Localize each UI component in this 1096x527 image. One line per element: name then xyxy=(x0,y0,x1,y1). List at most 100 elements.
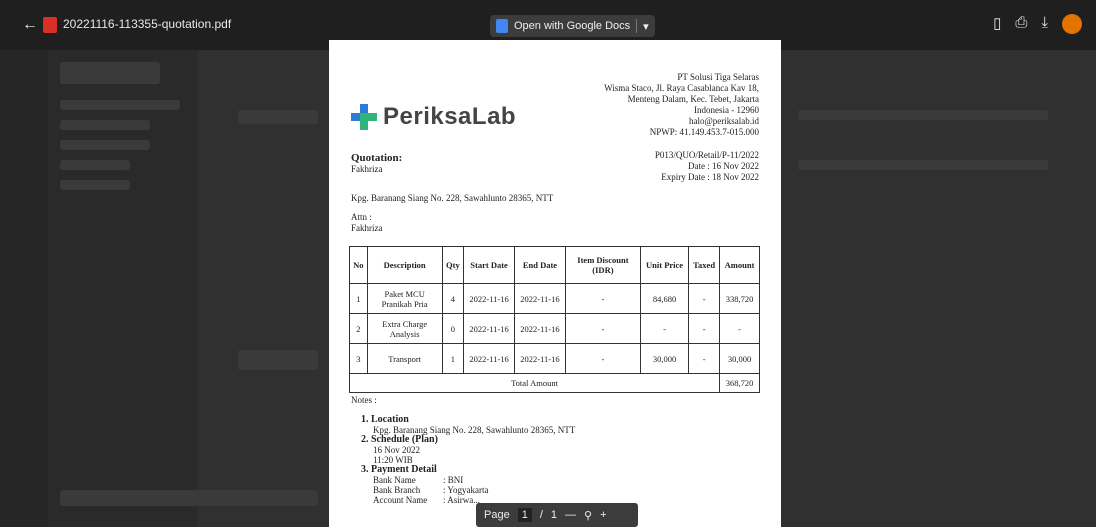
table-cell: 2022-11-16 xyxy=(463,283,516,314)
pdf-file-icon xyxy=(43,17,57,33)
table-cell: - xyxy=(564,283,641,314)
table-header-row: No Description Qty Start Date End Date I… xyxy=(349,246,760,284)
table-cell: 30,000 xyxy=(639,343,690,374)
company-logo: PeriksaLab xyxy=(351,103,516,131)
attn-name: Fakhriza xyxy=(351,223,383,233)
company-line: NPWP: 41.149.453.7-015.000 xyxy=(649,127,759,137)
print-icon[interactable]: ⎙ xyxy=(1015,14,1027,34)
table-cell: - xyxy=(719,313,760,344)
table-cell: 2022-11-16 xyxy=(463,343,516,374)
payment-key: Bank Branch xyxy=(373,485,421,495)
avatar[interactable] xyxy=(1062,14,1082,34)
table-cell: 2022-11-16 xyxy=(514,343,566,374)
col-header: Qty xyxy=(441,246,465,284)
note-text: 16 Nov 2022 xyxy=(373,445,420,455)
quotation-date: Date : 16 Nov 2022 xyxy=(688,161,759,171)
logo-text: PeriksaLab xyxy=(383,103,517,130)
table-cell: - xyxy=(688,283,721,314)
col-header: Unit Price xyxy=(639,246,690,284)
col-header: Item Discount (IDR) xyxy=(564,246,641,284)
company-line: PT Solusi Tiga Selaras xyxy=(677,72,759,82)
divider xyxy=(636,19,638,33)
total-row: Total Amount 368,720 xyxy=(348,373,760,393)
table-cell: 3 xyxy=(349,343,368,374)
table-cell: 1 xyxy=(349,283,368,314)
toolbar-actions: ▯ ⎙ ⤓ xyxy=(993,14,1082,34)
table-row: 3 Transport 1 2022-11-16 2022-11-16 - 30… xyxy=(349,343,760,374)
table-cell: - xyxy=(688,313,721,344)
back-arrow-icon[interactable]: ← xyxy=(22,16,38,34)
google-docs-icon xyxy=(496,19,508,33)
col-header: End Date xyxy=(514,246,566,284)
download-icon[interactable]: ⤓ xyxy=(1041,14,1048,34)
table-cell: 338,720 xyxy=(719,283,760,314)
chevron-down-icon[interactable]: ▾ xyxy=(643,20,649,33)
quotation-meta: P013/QUO/Retail/P-11/2022 Date : 16 Nov … xyxy=(655,150,759,183)
col-header: No xyxy=(349,246,368,284)
table-row: 1 Paket MCU Pranikah Pria 4 2022-11-16 2… xyxy=(349,283,760,314)
table-cell: 2022-11-16 xyxy=(514,283,566,314)
notes-list: 1. Location Kpg. Baranang Siang No. 228,… xyxy=(361,414,575,506)
payment-row: Bank Branch : Yogyakarta xyxy=(361,485,575,495)
table-cell: - xyxy=(688,343,721,374)
payment-value: : BNI xyxy=(443,475,464,485)
file-name: 20221116-113355-quotation.pdf xyxy=(63,17,232,31)
payment-row: Bank Name : BNI xyxy=(361,475,575,485)
gmail-left-rail xyxy=(0,50,48,527)
note-heading: 1. Location xyxy=(361,414,409,425)
table-cell: - xyxy=(564,313,641,344)
payment-key: Account Name xyxy=(373,495,428,505)
company-line: halo@periksalab.id xyxy=(688,116,759,126)
company-line: Wisma Staco, Jl. Raya Casablanca Kav 18, xyxy=(604,83,759,93)
col-header: Description xyxy=(366,246,443,284)
note-heading: 3. Payment Detail xyxy=(361,464,437,475)
zoom-out-icon[interactable]: — xyxy=(565,509,576,521)
attention-block: Attn : Fakhriza xyxy=(351,212,383,234)
total-label: Total Amount xyxy=(348,373,721,393)
table-cell: 0 xyxy=(441,313,465,344)
table-cell: Transport xyxy=(366,343,443,374)
table-cell: 2022-11-16 xyxy=(463,313,516,344)
zoom-icon: ⚲ xyxy=(584,509,593,522)
company-line: Indonesia - 12960 xyxy=(694,105,759,115)
table-cell: 4 xyxy=(441,283,465,314)
quotation-expiry: Expiry Date : 18 Nov 2022 xyxy=(661,172,759,182)
gmail-sidebar xyxy=(48,50,198,527)
page-separator: / xyxy=(539,509,543,521)
total-value: 368,720 xyxy=(719,373,760,393)
open-with-label: Open with Google Docs xyxy=(514,20,631,32)
periksalab-cross-icon xyxy=(351,104,377,130)
company-address-block: PT Solusi Tiga Selaras Wisma Staco, Jl. … xyxy=(604,72,759,138)
quotation-ref: P013/QUO/Retail/P-11/2022 xyxy=(654,150,759,160)
quotation-label: Quotation: xyxy=(351,152,403,164)
attn-label: Attn : xyxy=(351,212,372,222)
page-number-input[interactable]: 1 xyxy=(517,508,532,522)
table-cell: 30,000 xyxy=(719,343,760,374)
zoom-in-icon[interactable]: + xyxy=(600,509,606,521)
table-cell: 2022-11-16 xyxy=(514,313,566,344)
add-to-drive-icon[interactable]: ▯ xyxy=(993,14,1001,34)
note-heading: 2. Schedule (Plan) xyxy=(361,434,438,445)
client-name: Fakhriza xyxy=(351,164,383,174)
payment-value: : Yogyakarta xyxy=(443,485,489,495)
table-cell: - xyxy=(639,313,690,344)
open-with-google-docs-button[interactable]: Open with Google Docs ▾ xyxy=(490,15,655,37)
quotation-table: No Description Qty Start Date End Date I… xyxy=(348,246,760,393)
table-cell: Paket MCU Pranikah Pria xyxy=(366,283,443,314)
table-cell: - xyxy=(564,343,641,374)
col-header: Taxed xyxy=(688,246,721,284)
page-total: 1 xyxy=(550,509,558,521)
quotation-heading: Quotation: Fakhriza xyxy=(351,152,402,174)
client-address: Kpg. Baranang Siang No. 228, Sawahlunto … xyxy=(351,193,554,203)
payment-value: : Asirwa... xyxy=(443,495,480,505)
table-cell: 1 xyxy=(441,343,465,374)
payment-key: Bank Name xyxy=(373,475,416,485)
pdf-page: PeriksaLab PT Solusi Tiga Selaras Wisma … xyxy=(329,40,781,527)
table-row: 2 Extra Charge Analysis 0 2022-11-16 202… xyxy=(349,313,760,344)
col-header: Amount xyxy=(719,246,760,284)
table-cell: 2 xyxy=(349,313,368,344)
col-header: Start Date xyxy=(463,246,516,284)
page-label: Page xyxy=(484,509,510,521)
table-cell: Extra Charge Analysis xyxy=(366,313,443,344)
table-cell: 84,680 xyxy=(639,283,690,314)
